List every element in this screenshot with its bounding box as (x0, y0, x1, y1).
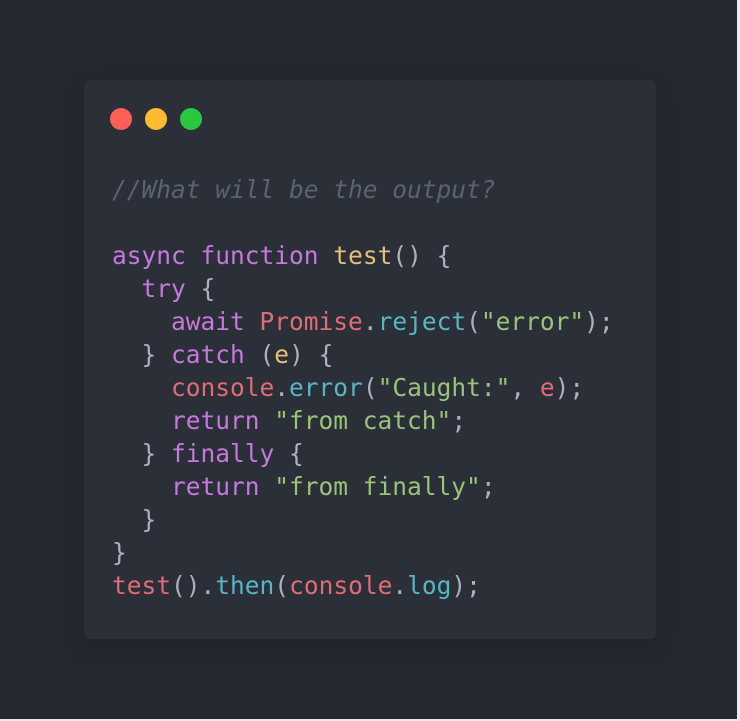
code-token-identifier: console (171, 373, 275, 402)
code-token-punctuation: ( (274, 571, 290, 600)
code-token-keyword: function (200, 241, 319, 270)
code-token-punctuation (260, 472, 275, 501)
code-token-punctuation: } (112, 505, 157, 534)
code-token-keyword: await (171, 307, 245, 336)
code-token-function-name: test (333, 241, 393, 270)
code-token-punctuation: , (510, 373, 540, 402)
code-token-comment: //What will be the output? (112, 175, 496, 204)
code-token-string: "Caught:" (377, 373, 511, 402)
code-token-punctuation: ); (451, 571, 481, 600)
code-line: try { (112, 272, 614, 305)
code-token-keyword: finally (171, 439, 275, 468)
code-token-method: reject (377, 307, 467, 336)
window-controls (110, 108, 202, 130)
code-token-string: "error" (480, 307, 585, 336)
code-line: return "from catch"; (112, 404, 614, 437)
code-token-function-name: e (274, 340, 290, 369)
code-token-punctuation (112, 307, 171, 336)
maximize-icon[interactable] (180, 108, 202, 130)
close-icon[interactable] (110, 108, 132, 130)
code-token-punctuation: } (112, 340, 172, 369)
code-token-punctuation: . (392, 571, 408, 600)
code-line: console.error("Caught:", e); (112, 371, 614, 404)
code-token-punctuation: ); (584, 307, 614, 336)
code-token-method: then (215, 571, 275, 600)
code-token-punctuation: . (274, 373, 290, 402)
code-token-punctuation (260, 406, 275, 435)
code-token-punctuation: { (185, 274, 216, 303)
code-token-identifier: test (112, 571, 172, 600)
code-token-punctuation (112, 274, 142, 303)
code-token-identifier: Promise (259, 307, 363, 336)
code-token-keyword: try (141, 274, 186, 303)
code-token-punctuation (186, 241, 201, 270)
code-token-punctuation: } (112, 439, 172, 468)
code-token-punctuation (319, 241, 334, 270)
code-line: //What will be the output? (112, 173, 614, 206)
code-line: async function test() { (112, 239, 614, 272)
code-token-punctuation: ( (362, 373, 378, 402)
code-token-punctuation (112, 373, 171, 402)
code-token-keyword: return (171, 406, 260, 435)
code-token-identifier: e (539, 373, 555, 402)
code-token-punctuation: } (112, 538, 127, 567)
minimize-icon[interactable] (145, 108, 167, 130)
code-token-method: log (407, 571, 452, 600)
code-line: } finally { (112, 437, 614, 470)
code-window: //What will be the output?​async functio… (84, 80, 656, 639)
code-token-punctuation: . (362, 307, 378, 336)
code-token-string: "from catch" (274, 406, 452, 435)
code-token-punctuation: ) { (289, 340, 334, 369)
code-token-punctuation: { (274, 439, 304, 468)
code-token-punctuation: ( (466, 307, 481, 336)
code-token-punctuation: ( (244, 340, 275, 369)
code-line: return "from finally"; (112, 470, 614, 503)
code-token-method: error (289, 373, 363, 402)
code-line: ​ (112, 206, 614, 239)
code-token-punctuation: ; (480, 472, 496, 501)
code-token-string: "from finally" (274, 472, 481, 501)
code-line: await Promise.reject("error"); (112, 305, 614, 338)
code-token-identifier: console (289, 571, 393, 600)
code-token-keyword: return (171, 472, 260, 501)
code-token-punctuation: (). (171, 571, 216, 600)
code-token-punctuation: () { (392, 241, 452, 270)
code-block: //What will be the output?​async functio… (112, 173, 614, 602)
code-token-keyword: catch (171, 340, 245, 369)
code-token-punctuation: ; (451, 406, 467, 435)
code-line: } (112, 503, 614, 536)
code-token-punctuation (245, 307, 260, 336)
code-token-keyword: async (112, 241, 186, 270)
code-token-punctuation (112, 472, 171, 501)
code-line: } catch (e) { (112, 338, 614, 371)
code-token-punctuation: ); (554, 373, 585, 402)
code-line: test().then(console.log); (112, 569, 614, 602)
code-token-punctuation (112, 406, 171, 435)
code-line: } (112, 536, 614, 569)
